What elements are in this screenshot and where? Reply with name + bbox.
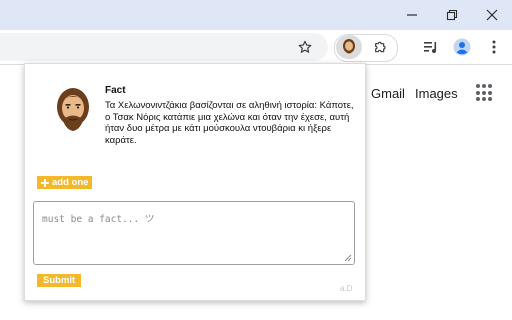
media-control-button[interactable] [420,36,442,58]
bookmark-button[interactable] [296,38,314,56]
add-one-label: add one [52,177,89,188]
resize-handle-icon[interactable] [344,254,352,262]
extension-popup: Fact Τα Χελωνονιντζάκια βασίζονται σε αλ… [24,63,366,301]
fact-title: Fact [105,85,126,96]
restore-icon [446,9,458,21]
chuck-norris-icon [343,39,355,54]
images-link[interactable]: Images [415,86,458,101]
fact-text: Τα Χελωνονιντζάκια βασίζονται σε αληθινή… [105,100,354,146]
restore-button[interactable] [432,0,472,30]
submit-button[interactable]: Submit [37,274,82,287]
minimize-button[interactable] [392,0,432,30]
plus-icon [41,178,49,187]
fact-input[interactable]: must be a fact... ツ [33,201,355,265]
corner-mark: a.D [340,284,353,293]
profile-button[interactable] [451,36,473,58]
fact-input-placeholder: must be a fact... ツ [42,214,155,225]
title-bar [0,0,512,30]
chuck-norris-avatar [57,88,89,131]
gmail-link[interactable]: Gmail [371,86,405,101]
address-bar[interactable] [0,33,328,61]
puzzle-icon [375,41,386,53]
extensions-button[interactable] [370,36,392,58]
minimize-icon [407,14,417,16]
star-icon [298,40,312,53]
close-icon [486,9,498,21]
profile-icon [453,38,471,56]
kebab-menu-icon [492,40,496,54]
close-button[interactable] [472,0,512,30]
media-control-icon [424,42,437,53]
menu-button[interactable] [483,36,505,58]
chuck-norris-extension-button[interactable] [336,35,362,59]
add-one-button[interactable]: add one [37,176,93,189]
apps-grid-icon[interactable] [476,84,494,102]
